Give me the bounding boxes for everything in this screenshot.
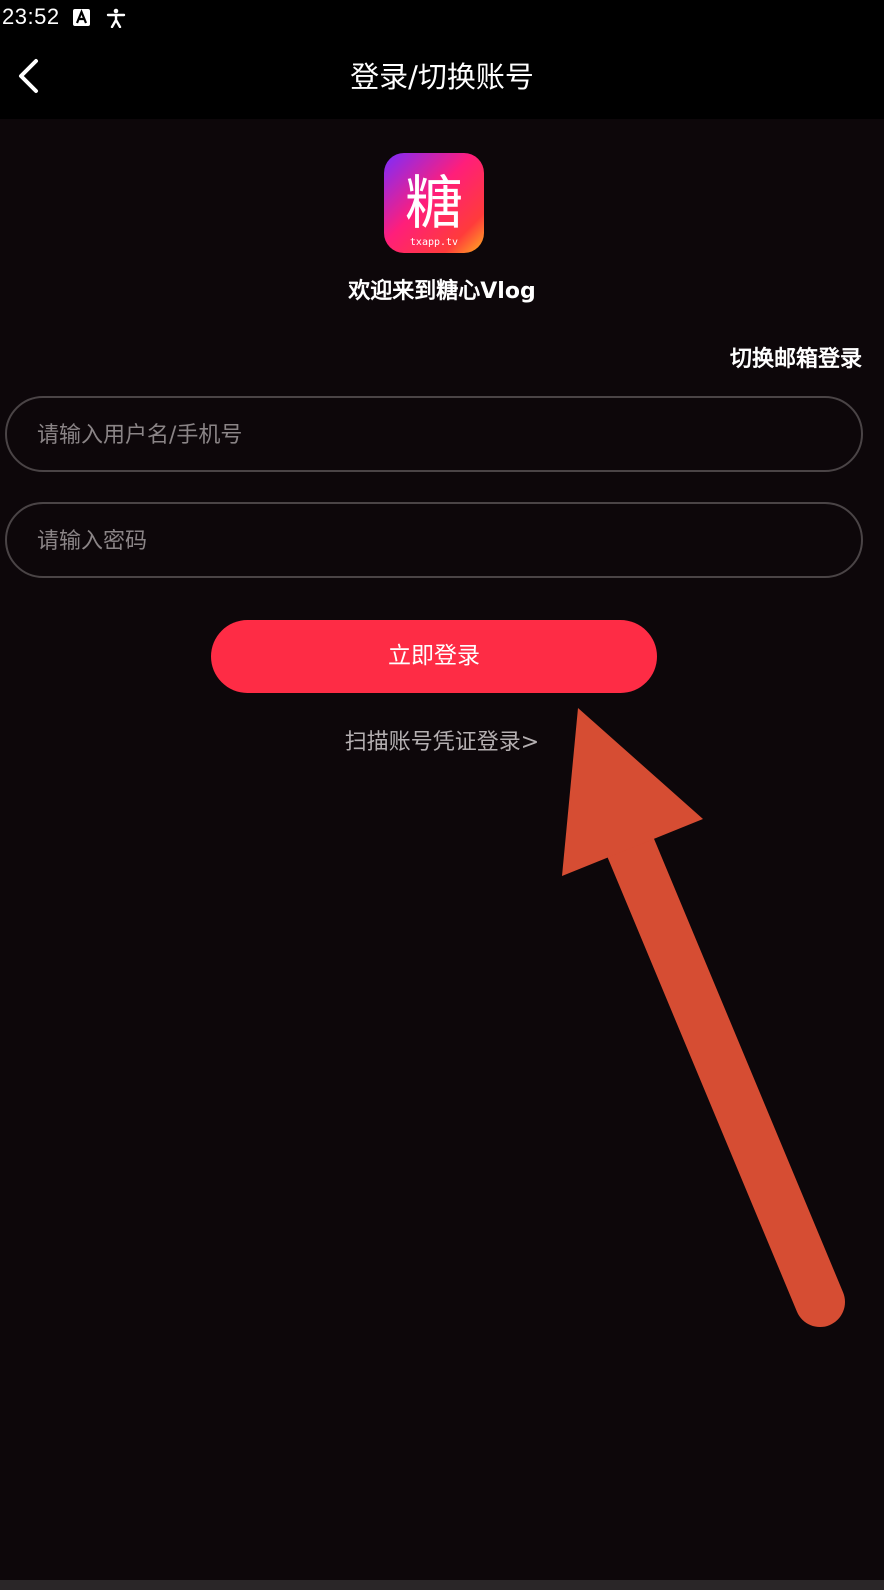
password-input[interactable] xyxy=(35,504,839,578)
logo-domain: txapp.tv xyxy=(410,237,458,248)
password-field xyxy=(5,502,863,578)
welcome-text: 欢迎来到糖心Vlog xyxy=(348,279,536,304)
status-time: 23:52 xyxy=(2,4,60,29)
username-input[interactable] xyxy=(35,398,839,472)
switch-email-login-link[interactable]: 切换邮箱登录 xyxy=(730,344,862,376)
login-button[interactable]: 立即登录 xyxy=(211,620,657,693)
username-field xyxy=(5,396,863,472)
scan-credential-login-link[interactable]: 扫描账号凭证登录> xyxy=(0,728,884,758)
logo-char: 糖 xyxy=(405,169,463,237)
keyboard-a-icon xyxy=(72,8,92,28)
nav-bar: 登录/切换账号 xyxy=(0,36,884,119)
login-screen: 23:52 登录/切换账号 糖 txapp.tv 欢迎来到糖心Vlog 切换邮箱… xyxy=(0,0,884,1590)
app-logo: 糖 txapp.tv xyxy=(384,153,484,253)
accessibility-icon xyxy=(106,8,126,29)
status-bar: 23:52 xyxy=(0,0,884,36)
page-title: 登录/切换账号 xyxy=(350,60,534,94)
bottom-strip xyxy=(0,1580,884,1590)
